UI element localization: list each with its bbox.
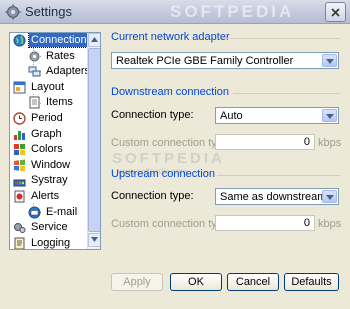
- chevron-down-icon: [326, 195, 334, 200]
- downstream-dropdown-button[interactable]: [322, 109, 337, 122]
- tree-item-label: Layout: [31, 80, 65, 93]
- upstream-dropdown-button[interactable]: [322, 190, 337, 203]
- upstream-type-value: Same as downstream: [220, 191, 327, 203]
- tree-item-label: Rates: [46, 49, 75, 62]
- tree-item-label: Colors: [31, 143, 63, 156]
- downstream-group-title: Downstream connection: [111, 86, 230, 98]
- network-icon: [28, 66, 41, 77]
- tree-item-label: Adapters: [46, 65, 91, 78]
- upstream-custom-value: 0: [303, 217, 310, 229]
- logging-icon: [14, 237, 25, 249]
- downstream-type-select[interactable]: Auto: [215, 107, 339, 124]
- tree-item-items[interactable]: Items: [10, 95, 88, 111]
- service-icon: [14, 223, 26, 234]
- scroll-thumb[interactable]: [88, 48, 100, 232]
- settings-gear-icon: [5, 4, 21, 20]
- tree-item-label: Alerts: [31, 189, 60, 202]
- ok-button[interactable]: OK: [170, 273, 222, 291]
- upstream-type-select[interactable]: Same as downstream: [215, 188, 339, 205]
- upstream-unit: kbps: [318, 218, 342, 230]
- tree-item-label: Logging: [31, 236, 71, 249]
- upstream-custom-label: Custom connection type:: [111, 218, 233, 230]
- tree-item-label: Period: [31, 111, 63, 124]
- adapter-dropdown-button[interactable]: [322, 54, 337, 67]
- tree-item-period[interactable]: Period: [10, 111, 88, 127]
- scroll-up-button[interactable]: [88, 33, 100, 47]
- adapter-select[interactable]: Realtek PCIe GBE Family Controller: [111, 52, 339, 69]
- tree-item-alerts[interactable]: Alerts: [10, 189, 88, 205]
- adapter-select-value: Realtek PCIe GBE Family Controller: [116, 55, 294, 67]
- document-icon: [29, 96, 40, 109]
- tree-item-label: Items: [46, 96, 73, 109]
- email-icon: [28, 206, 41, 219]
- title-bar[interactable]: Settings: [0, 0, 350, 24]
- close-icon: [331, 8, 340, 17]
- tree-item-connection[interactable]: Connection: [10, 33, 90, 49]
- chevron-down-icon: [326, 59, 334, 64]
- tree-scrollbar[interactable]: [87, 33, 100, 249]
- window-title: Settings: [25, 4, 72, 19]
- downstream-type-label: Connection type:: [111, 109, 194, 121]
- systray-icon: [13, 179, 26, 187]
- close-button[interactable]: [325, 2, 346, 22]
- scroll-down-button[interactable]: [88, 233, 100, 247]
- tree-item-label: Window: [31, 158, 71, 171]
- apply-button[interactable]: Apply: [111, 273, 163, 291]
- settings-tree[interactable]: Connection Rates Adapters Layout Items P…: [9, 32, 101, 250]
- tree-item-label: Service: [31, 221, 68, 234]
- tree-item-graph[interactable]: Graph: [10, 127, 88, 143]
- settings-window: Settings SOFTPEDIA SOFTPEDIA www.softped…: [0, 0, 350, 309]
- alerts-icon: [14, 190, 25, 203]
- tree-item-label: Systray: [31, 174, 68, 187]
- upstream-group-title: Upstream connection: [111, 168, 215, 180]
- chevron-down-icon: [326, 114, 334, 119]
- chevron-up-icon: [91, 37, 98, 42]
- watermark-mid: SOFTPEDIA: [112, 150, 225, 167]
- downstream-custom-value: 0: [303, 136, 310, 148]
- bar-graph-icon: [14, 130, 25, 140]
- tree-item-label: E-mail: [46, 205, 78, 218]
- tree-item-service[interactable]: Service: [10, 220, 88, 236]
- tree-item-adapters[interactable]: Adapters: [10, 64, 90, 80]
- chevron-down-icon: [91, 237, 98, 242]
- window-icon: [14, 159, 25, 172]
- upstream-type-label: Connection type:: [111, 190, 194, 202]
- downstream-custom-label: Custom connection type:: [111, 137, 233, 149]
- cancel-button[interactable]: Cancel: [227, 273, 279, 291]
- tree-item-layout[interactable]: Layout: [10, 80, 88, 96]
- globe-icon: [13, 34, 26, 47]
- tree-item-colors[interactable]: Colors: [10, 142, 88, 158]
- tree-item-label: Graph: [31, 127, 62, 140]
- tree-item-logging[interactable]: Logging: [10, 236, 88, 249]
- downstream-custom-input[interactable]: 0: [215, 134, 315, 150]
- defaults-button[interactable]: Defaults: [284, 273, 339, 291]
- gear-icon: [29, 51, 40, 62]
- upstream-custom-input[interactable]: 0: [215, 215, 315, 231]
- tree-item-systray[interactable]: Systray: [10, 173, 88, 189]
- downstream-type-value: Auto: [220, 110, 243, 122]
- tree-item-rates[interactable]: Rates: [10, 49, 88, 65]
- tree-item-label: Connection: [28, 33, 90, 48]
- clock-icon: [13, 112, 26, 125]
- adapter-group-title: Current network adapter: [111, 31, 230, 43]
- tree-item-window[interactable]: Window: [10, 158, 88, 174]
- downstream-unit: kbps: [318, 137, 342, 149]
- tree-item-email[interactable]: E-mail: [10, 205, 88, 221]
- palette-icon: [14, 144, 25, 156]
- layout-icon: [13, 81, 26, 94]
